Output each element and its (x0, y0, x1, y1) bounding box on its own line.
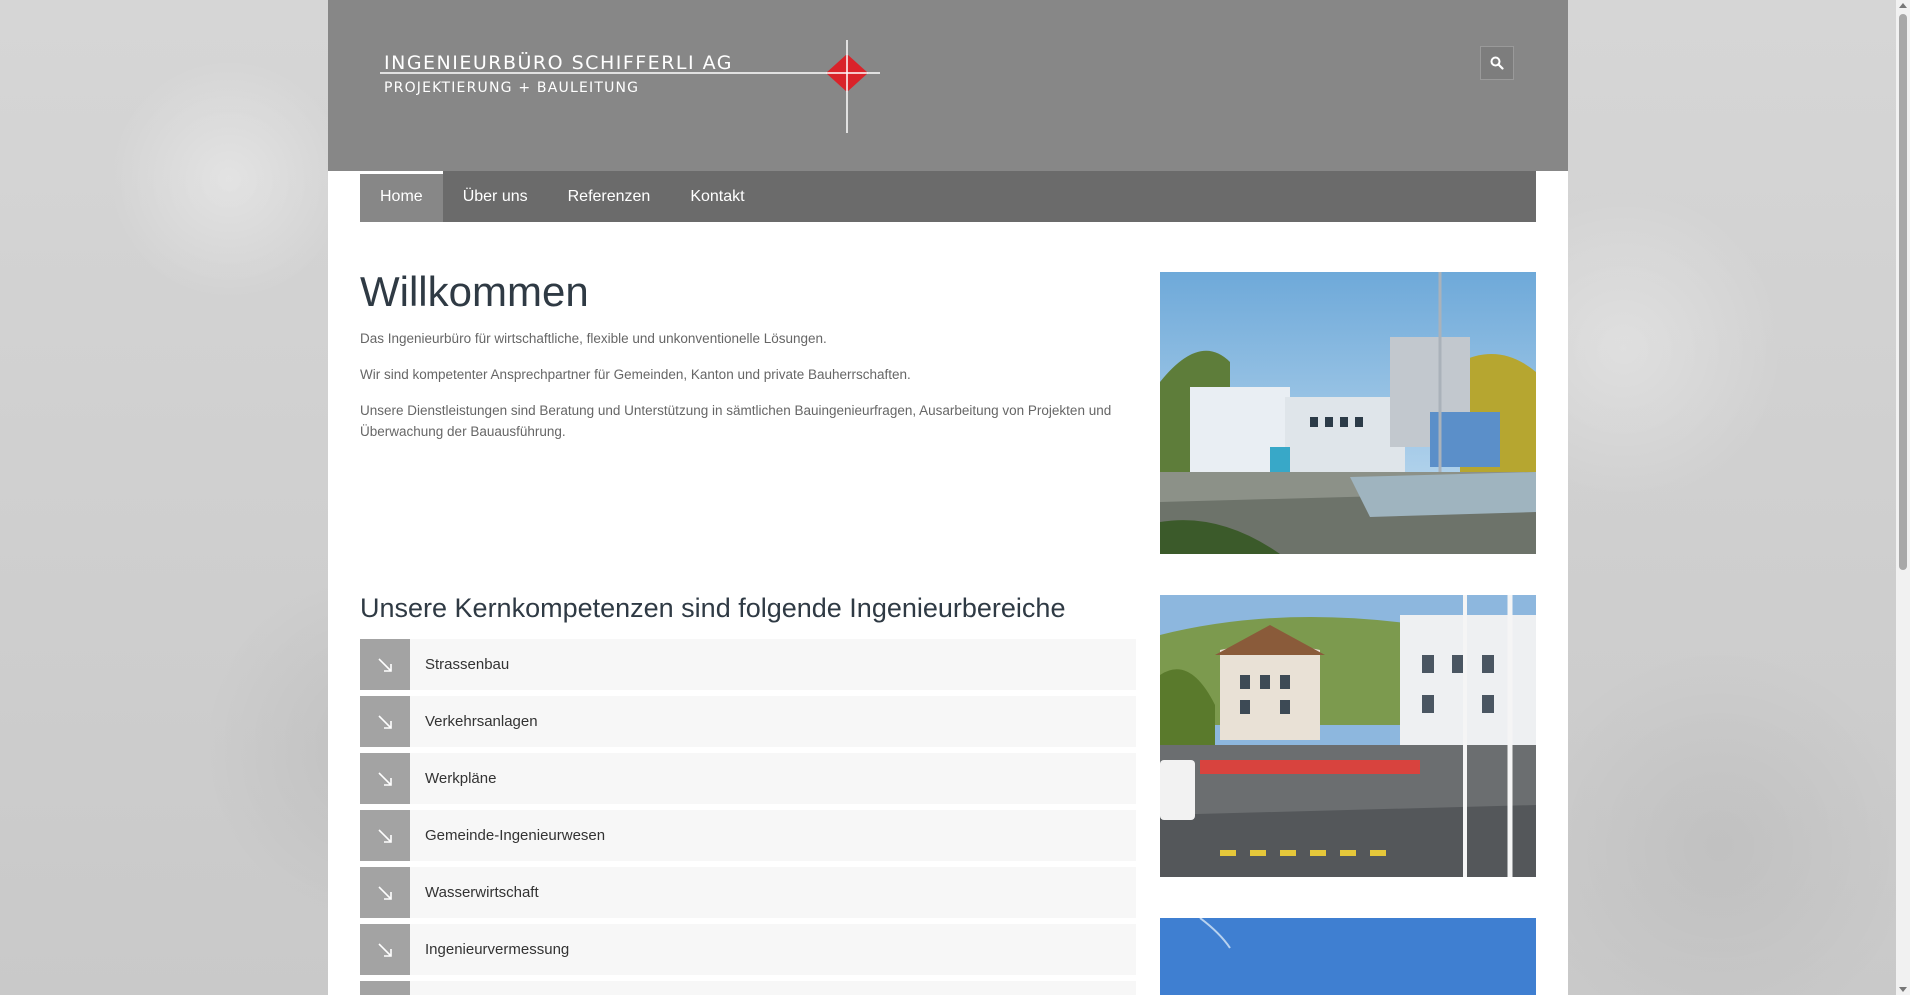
list-item: Ingenieurvermessung (360, 924, 1136, 975)
nav-item-home[interactable]: Home (360, 171, 443, 222)
vertical-scrollbar[interactable] (1896, 0, 1910, 995)
list-item-label: Ingenieurvermessung (425, 941, 570, 958)
arrow-down-right-icon (360, 810, 410, 861)
scrollbar-thumb[interactable] (1899, 14, 1907, 570)
list-item: Gemeinde-Ingenieurwesen (360, 810, 1136, 861)
scroll-up-arrow-icon[interactable] (1899, 3, 1907, 8)
scroll-down-arrow-icon[interactable] (1899, 987, 1907, 992)
nav-item-referenzen[interactable]: Referenzen (548, 171, 671, 222)
list-item: Werkpläne (360, 753, 1136, 804)
services-paragraph: Unsere Dienstleistungen sind Beratung un… (360, 403, 1112, 439)
list-item-label: Verkehrsanlagen (425, 713, 538, 730)
nav-item-ueber-uns[interactable]: Über uns (443, 171, 548, 222)
logo-tagline: PROJEKTIERUNG + BAULEITUNG (384, 80, 640, 96)
arrow-down-right-icon (360, 696, 410, 747)
photo-sky (1160, 918, 1536, 995)
company-logo[interactable]: INGENIEURBÜRO SCHIFFERLI AG PROJEKTIERUN… (380, 38, 1210, 138)
nav-item-kontakt[interactable]: Kontakt (670, 171, 764, 222)
logo-company-name: INGENIEURBÜRO SCHIFFERLI AG (384, 52, 734, 74)
partner-paragraph: Wir sind kompetenter Ansprechpartner für… (360, 367, 911, 382)
site-header: INGENIEURBÜRO SCHIFFERLI AG PROJEKTIERUN… (328, 0, 1568, 171)
list-item-label: Gemeinde-Ingenieurwesen (425, 827, 606, 844)
competences-list: Strassenbau Verkehrsanlagen Werkpläne Ge… (360, 639, 1136, 995)
list-item-partial (360, 981, 1136, 995)
competences-heading: Unsere Kernkompetenzen sind folgende Ing… (360, 593, 1066, 623)
list-item-label: Strassenbau (425, 656, 510, 673)
list-item: Strassenbau (360, 639, 1136, 690)
intro-paragraph: Das Ingenieurbüro für wirtschaftliche, f… (360, 331, 827, 346)
list-item-label: Werkpläne (425, 770, 497, 787)
list-item: Verkehrsanlagen (360, 696, 1136, 747)
arrow-down-right-icon (360, 867, 410, 918)
photo-village-street (1160, 595, 1536, 877)
page-container: INGENIEURBÜRO SCHIFFERLI AG PROJEKTIERUN… (328, 0, 1568, 995)
arrow-down-right-icon (360, 924, 410, 975)
list-item: Wasserwirtschaft (360, 867, 1136, 918)
main-navigation: Home Über uns Referenzen Kontakt (360, 171, 1536, 222)
page-title: Willkommen (360, 268, 589, 315)
arrow-down-right-icon (360, 639, 410, 690)
photo-treatment-plant (1160, 272, 1536, 554)
search-icon (1490, 56, 1504, 70)
arrow-down-right-icon (360, 981, 410, 995)
search-button[interactable] (1480, 46, 1514, 80)
list-item-label: Wasserwirtschaft (425, 884, 539, 901)
arrow-down-right-icon (360, 753, 410, 804)
